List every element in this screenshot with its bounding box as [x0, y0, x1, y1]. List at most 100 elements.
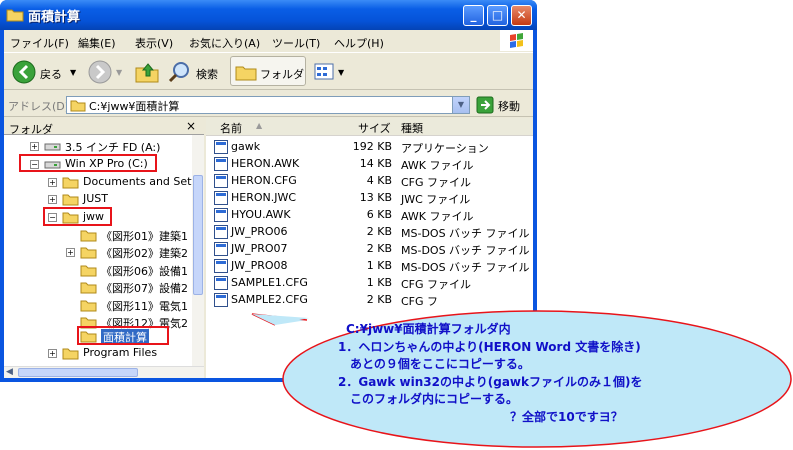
tree-item-label: Program Files: [83, 346, 158, 359]
address-label: アドレス(D): [8, 100, 70, 113]
expand-icon[interactable]: +: [66, 248, 75, 257]
expand-icon[interactable]: +: [48, 349, 57, 358]
file-type: AWK ファイル: [401, 159, 474, 172]
menu-favorites[interactable]: お気に入り(A): [189, 35, 260, 51]
title-bar[interactable]: [0, 0, 537, 30]
go-button[interactable]: 移動: [498, 98, 520, 114]
views-icon[interactable]: [314, 63, 336, 81]
file-name: JW_PRO06: [231, 225, 288, 238]
file-name: gawk: [231, 140, 261, 153]
search-button-label[interactable]: 検索: [196, 66, 218, 82]
scroll-thumb[interactable]: [18, 368, 138, 377]
go-arrow-icon[interactable]: [476, 96, 494, 114]
folder-icon: [62, 348, 79, 360]
file-row[interactable]: gawk 192 KB アプリケーション: [212, 139, 530, 156]
highlight-drive-c: [19, 154, 157, 172]
tree-item-label: 《図形02》建築2: [101, 247, 188, 260]
folder-icon: [80, 300, 97, 312]
file-name: SAMPLE1.CFG: [231, 276, 308, 289]
window-title: 面積計算: [28, 10, 81, 25]
file-size: 4 KB: [366, 174, 392, 187]
file-name: JW_PRO07: [231, 242, 288, 255]
file-icon: [214, 242, 228, 256]
up-folder-icon[interactable]: [134, 60, 160, 84]
file-size: 2 KB: [366, 242, 392, 255]
file-name: SAMPLE2.CFG: [231, 293, 308, 306]
tree-item-label: 《図形11》電気1: [101, 300, 188, 313]
sort-ascending-icon: ▲: [256, 121, 263, 130]
maximize-button[interactable]: □: [487, 5, 508, 26]
file-type: CFG ファイル: [401, 278, 472, 291]
expand-icon[interactable]: +: [48, 195, 57, 204]
address-value: C:¥jww¥面積計算: [89, 100, 180, 113]
menu-view[interactable]: 表示(V): [135, 35, 173, 51]
file-size: 2 KB: [366, 225, 392, 238]
file-icon: [214, 259, 228, 273]
file-row[interactable]: SAMPLE1.CFG 1 KB CFG ファイル: [212, 275, 530, 292]
views-dropdown-icon[interactable]: ▼: [338, 68, 344, 77]
file-type: CFG フ: [401, 295, 439, 308]
back-dropdown-icon[interactable]: ▼: [70, 68, 76, 77]
drive-icon: [44, 143, 61, 151]
folder-icon: [80, 247, 97, 259]
forward-dropdown-icon[interactable]: ▼: [116, 68, 122, 77]
highlight-target-folder: [77, 326, 169, 345]
folder-icon: [70, 100, 86, 112]
folder-icon: [80, 230, 97, 242]
file-row[interactable]: HERON.JWC 13 KB JWC ファイル: [212, 190, 530, 207]
file-type: MS-DOS バッチ ファイル: [401, 244, 530, 257]
file-icon: [214, 191, 228, 205]
menu-help[interactable]: ヘルプ(H): [334, 35, 384, 51]
menu-file[interactable]: ファイル(F): [10, 35, 69, 51]
folder-pane-vertical-scrollbar[interactable]: [192, 135, 204, 366]
minimize-button[interactable]: _: [463, 5, 484, 26]
file-icon: [214, 157, 228, 171]
address-dropdown-icon[interactable]: ▼: [452, 97, 469, 113]
file-row[interactable]: HYOU.AWK 6 KB AWK ファイル: [212, 207, 530, 224]
file-row[interactable]: JW_PRO06 2 KB MS-DOS バッチ ファイル: [212, 224, 530, 241]
file-row[interactable]: SAMPLE2.CFG 2 KB CFG フ: [212, 292, 530, 309]
close-button[interactable]: ✕: [511, 5, 532, 26]
folder-pane-close-button[interactable]: ×: [186, 119, 196, 133]
folder-icon: [62, 194, 79, 206]
column-header-size[interactable]: サイズ: [358, 120, 391, 136]
folder-icon: [6, 9, 24, 22]
file-row[interactable]: JW_PRO08 1 KB MS-DOS バッチ ファイル: [212, 258, 530, 275]
folder-pane-horizontal-scrollbar[interactable]: ◀: [4, 366, 204, 378]
file-size: 1 KB: [366, 259, 392, 272]
scroll-thumb[interactable]: [193, 175, 203, 295]
tree-item-label: 3.5 インチ FD (A:): [65, 141, 161, 154]
forward-arrow-icon[interactable]: [88, 60, 112, 84]
callout-line-3: あとの９個をここにコピーする。: [350, 357, 530, 371]
file-size: 1 KB: [366, 276, 392, 289]
callout-line-1: C:¥jww¥面積計算フォルダ内: [346, 322, 511, 336]
tree-item-label: 《図形06》設備1: [101, 265, 188, 278]
windows-logo-icon: [500, 30, 533, 51]
column-header-type[interactable]: 種類: [401, 120, 423, 136]
file-icon: [214, 293, 228, 307]
file-row[interactable]: JW_PRO07 2 KB MS-DOS バッチ ファイル: [212, 241, 530, 258]
file-icon: [214, 208, 228, 222]
file-icon: [214, 174, 228, 188]
search-icon[interactable]: [168, 60, 192, 84]
file-row[interactable]: HERON.CFG 4 KB CFG ファイル: [212, 173, 530, 190]
file-type: JWC ファイル: [401, 193, 471, 206]
expand-icon[interactable]: +: [30, 142, 39, 151]
tree-item-label: 《図形01》建築1: [101, 230, 188, 243]
callout-line-4: 2．Gawk win32の中より(gawkファイルのみ１個)を: [338, 375, 643, 389]
file-row[interactable]: HERON.AWK 14 KB AWK ファイル: [212, 156, 530, 173]
file-type: MS-DOS バッチ ファイル: [401, 227, 530, 240]
back-button-label[interactable]: 戻る: [40, 66, 62, 82]
expand-icon[interactable]: +: [48, 178, 57, 187]
scroll-left-icon[interactable]: ◀: [6, 367, 13, 377]
back-arrow-icon[interactable]: [12, 60, 36, 84]
menu-tools[interactable]: ツール(T): [272, 35, 320, 51]
application-icon: [214, 140, 228, 154]
tree-item-label: 《図形07》設備2: [101, 282, 188, 295]
menu-edit[interactable]: 編集(E): [78, 35, 116, 51]
file-size: 2 KB: [366, 293, 392, 306]
file-type: CFG ファイル: [401, 176, 472, 189]
file-icon: [214, 276, 228, 290]
callout-line-5: このフォルダ内にコピーする。: [350, 392, 519, 406]
column-header-name[interactable]: 名前: [220, 120, 242, 136]
